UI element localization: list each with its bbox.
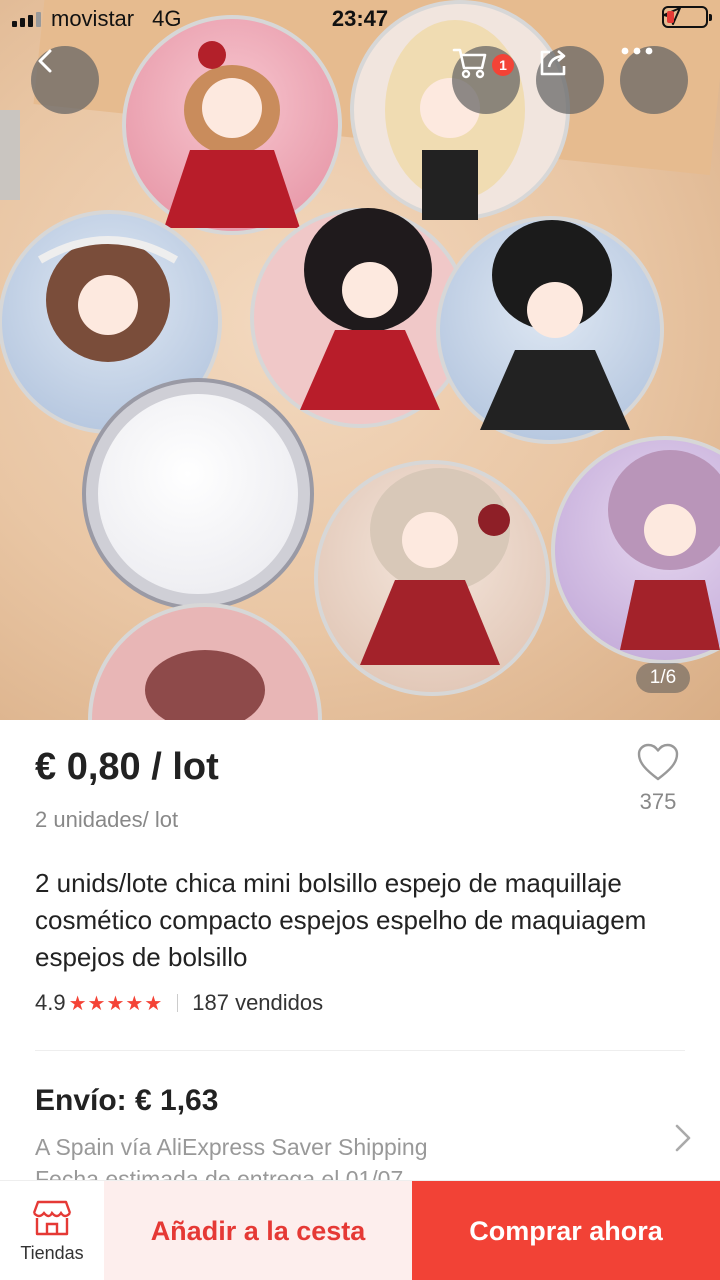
section-divider — [35, 1050, 685, 1051]
product-image-carousel[interactable]: movistar 4G 23:47 1 1/6 — [0, 0, 720, 720]
chevron-right-icon[interactable] — [672, 1122, 694, 1154]
unit-info: 2 unidades/ lot — [35, 807, 179, 832]
product-title: 2 unids/lote chica mini bolsillo espejo … — [35, 868, 647, 972]
more-dots-icon — [621, 47, 653, 55]
battery-icon — [662, 6, 712, 28]
shipping-title[interactable]: Envío: € 1,63 — [35, 1084, 218, 1118]
add-to-cart-button[interactable]: Añadir a la cesta — [104, 1181, 412, 1280]
status-bar: movistar 4G 23:47 — [0, 0, 720, 40]
cart-button[interactable]: 1 — [452, 46, 520, 114]
rating-value: 4.9 — [35, 990, 66, 1015]
share-button[interactable] — [536, 46, 604, 114]
shipping-description[interactable]: A Spain vía AliExpress Saver Shipping — [35, 1134, 428, 1161]
wishlist-count: 375 — [639, 789, 677, 814]
network-label: 4G — [152, 6, 182, 31]
chevron-left-icon — [38, 49, 52, 73]
rating-stars: ★★★★★ — [68, 992, 164, 1015]
carrier-label: movistar — [51, 6, 135, 31]
image-counter: 1/6 — [636, 663, 690, 693]
signal-icon — [12, 11, 41, 27]
heart-icon — [637, 743, 679, 781]
wishlist-button[interactable]: 375 — [630, 742, 686, 815]
back-button[interactable] — [31, 46, 99, 114]
store-icon — [32, 1200, 72, 1235]
stores-button[interactable]: Tiendas — [0, 1181, 104, 1280]
product-price: € 0,80 / lot — [35, 746, 219, 788]
product-photo — [0, 0, 720, 720]
buy-now-button[interactable]: Comprar ahora — [412, 1181, 720, 1280]
stores-label: Tiendas — [20, 1242, 84, 1263]
bottom-action-bar: Tiendas Añadir a la cesta Comprar ahora — [0, 1180, 720, 1280]
rating-separator — [177, 994, 179, 1012]
more-options-button[interactable] — [620, 46, 688, 114]
rating-row[interactable]: 4.9 ★★★★★ 187 vendidos — [35, 990, 323, 1016]
sold-count: 187 vendidos — [192, 990, 324, 1015]
shopping-cart-icon — [452, 48, 487, 79]
share-icon — [540, 50, 566, 76]
cart-count-badge: 1 — [492, 54, 514, 76]
